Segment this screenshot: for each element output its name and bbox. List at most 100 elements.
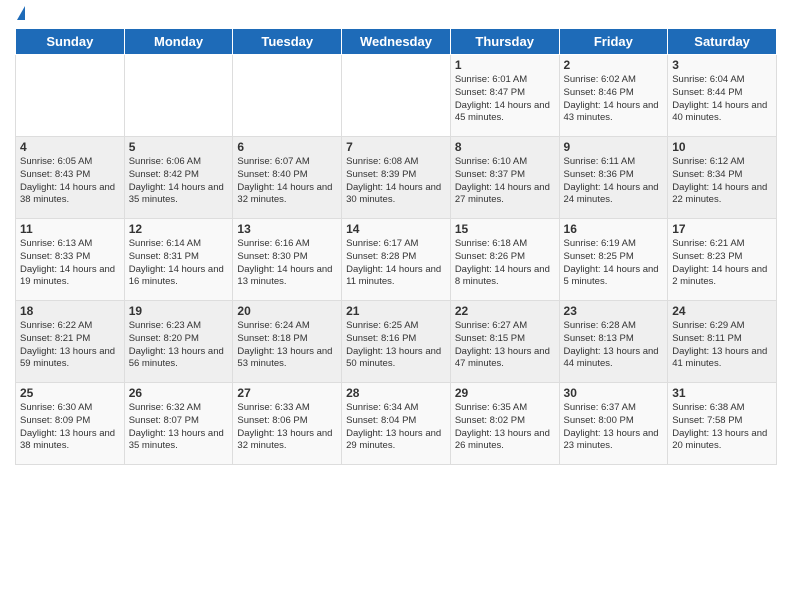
calendar-cell: 5 Sunrise: 6:06 AM Sunset: 8:42 PM Daylig…	[124, 137, 233, 219]
day-info: Sunrise: 6:18 AM Sunset: 8:26 PM Dayligh…	[455, 238, 555, 289]
calendar-cell: 6 Sunrise: 6:07 AM Sunset: 8:40 PM Daylig…	[233, 137, 342, 219]
day-number: 28	[346, 386, 446, 400]
day-number: 13	[237, 222, 337, 236]
calendar-cell: 30 Sunrise: 6:37 AM Sunset: 8:00 PM Dayli…	[559, 383, 668, 465]
day-number: 20	[237, 304, 337, 318]
calendar-cell: 26 Sunrise: 6:32 AM Sunset: 8:07 PM Dayli…	[124, 383, 233, 465]
calendar-week-5: 25 Sunrise: 6:30 AM Sunset: 8:09 PM Dayli…	[16, 383, 777, 465]
calendar-cell: 27Sunrise: 6:33 AM Sunset: 8:06 PM Dayli…	[233, 383, 342, 465]
day-number: 15	[455, 222, 555, 236]
day-number: 6	[237, 140, 337, 154]
day-info: Sunrise: 6:32 AM Sunset: 8:07 PM Dayligh…	[129, 402, 229, 453]
day-number: 1	[455, 58, 555, 72]
day-info: Sunrise: 6:22 AM Sunset: 8:21 PM Dayligh…	[20, 320, 120, 371]
day-number: 2	[564, 58, 664, 72]
calendar-cell: 13 Sunrise: 6:16 AM Sunset: 8:30 PM Dayli…	[233, 219, 342, 301]
day-info: Sunrise: 6:19 AM Sunset: 8:25 PM Dayligh…	[564, 238, 664, 289]
logo-triangle-icon	[17, 6, 25, 20]
day-number: 17	[672, 222, 772, 236]
day-info: Sunrise: 6:14 AM Sunset: 8:31 PM Dayligh…	[129, 238, 229, 289]
day-info: Sunrise: 6:38 AM Sunset: 7:58 PM Dayligh…	[672, 402, 772, 453]
calendar-cell: 8 Sunrise: 6:10 AM Sunset: 8:37 PM Daylig…	[450, 137, 559, 219]
logo-text	[15, 10, 25, 20]
calendar-cell: 2 Sunrise: 6:02 AM Sunset: 8:46 PM Daylig…	[559, 55, 668, 137]
day-of-week-saturday: Saturday	[668, 29, 777, 55]
day-info: Sunrise: 6:23 AM Sunset: 8:20 PM Dayligh…	[129, 320, 229, 371]
header	[15, 10, 777, 20]
day-number: 3	[672, 58, 772, 72]
day-number: 14	[346, 222, 446, 236]
calendar-cell: 9 Sunrise: 6:11 AM Sunset: 8:36 PM Daylig…	[559, 137, 668, 219]
calendar-cell: 1 Sunrise: 6:01 AM Sunset: 8:47 PM Daylig…	[450, 55, 559, 137]
day-info: Sunrise: 6:10 AM Sunset: 8:37 PM Dayligh…	[455, 156, 555, 207]
day-number: 12	[129, 222, 229, 236]
calendar-cell: 20 Sunrise: 6:24 AM Sunset: 8:18 PM Dayli…	[233, 301, 342, 383]
day-number: 9	[564, 140, 664, 154]
calendar-cell: 12 Sunrise: 6:14 AM Sunset: 8:31 PM Dayli…	[124, 219, 233, 301]
calendar-cell: 7Sunrise: 6:08 AM Sunset: 8:39 PM Daylig…	[342, 137, 451, 219]
calendar-cell	[342, 55, 451, 137]
day-number: 23	[564, 304, 664, 318]
day-info: Sunrise: 6:04 AM Sunset: 8:44 PM Dayligh…	[672, 74, 772, 125]
calendar-cell: 15 Sunrise: 6:18 AM Sunset: 8:26 PM Dayli…	[450, 219, 559, 301]
day-info: Sunrise: 6:37 AM Sunset: 8:00 PM Dayligh…	[564, 402, 664, 453]
day-info: Sunrise: 6:34 AM Sunset: 8:04 PM Dayligh…	[346, 402, 446, 453]
day-number: 19	[129, 304, 229, 318]
calendar-cell: 11 Sunrise: 6:13 AM Sunset: 8:33 PM Dayli…	[16, 219, 125, 301]
day-number: 4	[20, 140, 120, 154]
calendar-cell: 28 Sunrise: 6:34 AM Sunset: 8:04 PM Dayli…	[342, 383, 451, 465]
calendar-cell: 24 Sunrise: 6:29 AM Sunset: 8:11 PM Dayli…	[668, 301, 777, 383]
day-number: 16	[564, 222, 664, 236]
calendar-week-1: 1 Sunrise: 6:01 AM Sunset: 8:47 PM Daylig…	[16, 55, 777, 137]
day-info: Sunrise: 6:05 AM Sunset: 8:43 PM Dayligh…	[20, 156, 120, 207]
day-number: 5	[129, 140, 229, 154]
calendar-cell: 3 Sunrise: 6:04 AM Sunset: 8:44 PM Daylig…	[668, 55, 777, 137]
day-number: 8	[455, 140, 555, 154]
day-info: Sunrise: 6:01 AM Sunset: 8:47 PM Dayligh…	[455, 74, 555, 125]
calendar-table: SundayMondayTuesdayWednesdayThursdayFrid…	[15, 28, 777, 465]
day-info: Sunrise: 6:13 AM Sunset: 8:33 PM Dayligh…	[20, 238, 120, 289]
day-info: Sunrise: 6:07 AM Sunset: 8:40 PM Dayligh…	[237, 156, 337, 207]
day-number: 27	[237, 386, 337, 400]
calendar-cell: 21 Sunrise: 6:25 AM Sunset: 8:16 PM Dayli…	[342, 301, 451, 383]
day-info: Sunrise: 6:25 AM Sunset: 8:16 PM Dayligh…	[346, 320, 446, 371]
day-number: 24	[672, 304, 772, 318]
day-info: Sunrise: 6:35 AM Sunset: 8:02 PM Dayligh…	[455, 402, 555, 453]
day-number: 22	[455, 304, 555, 318]
calendar-cell: 17 Sunrise: 6:21 AM Sunset: 8:23 PM Dayli…	[668, 219, 777, 301]
calendar-cell	[124, 55, 233, 137]
day-number: 26	[129, 386, 229, 400]
calendar-cell	[16, 55, 125, 137]
day-of-week-friday: Friday	[559, 29, 668, 55]
day-number: 29	[455, 386, 555, 400]
calendar-cell: 14 Sunrise: 6:17 AM Sunset: 8:28 PM Dayli…	[342, 219, 451, 301]
calendar-cell: 23 Sunrise: 6:28 AM Sunset: 8:13 PM Dayli…	[559, 301, 668, 383]
day-info: Sunrise: 6:21 AM Sunset: 8:23 PM Dayligh…	[672, 238, 772, 289]
day-number: 7	[346, 140, 446, 154]
day-info: Sunrise: 6:11 AM Sunset: 8:36 PM Dayligh…	[564, 156, 664, 207]
calendar-cell: 25 Sunrise: 6:30 AM Sunset: 8:09 PM Dayli…	[16, 383, 125, 465]
day-number: 11	[20, 222, 120, 236]
calendar-cell: 19 Sunrise: 6:23 AM Sunset: 8:20 PM Dayli…	[124, 301, 233, 383]
day-number: 30	[564, 386, 664, 400]
calendar-cell: 16 Sunrise: 6:19 AM Sunset: 8:25 PM Dayli…	[559, 219, 668, 301]
day-info: Sunrise: 6:02 AM Sunset: 8:46 PM Dayligh…	[564, 74, 664, 125]
calendar-cell: 31Sunrise: 6:38 AM Sunset: 7:58 PM Dayli…	[668, 383, 777, 465]
page: SundayMondayTuesdayWednesdayThursdayFrid…	[0, 0, 792, 612]
day-of-week-sunday: Sunday	[16, 29, 125, 55]
day-info: Sunrise: 6:28 AM Sunset: 8:13 PM Dayligh…	[564, 320, 664, 371]
day-of-week-thursday: Thursday	[450, 29, 559, 55]
day-info: Sunrise: 6:30 AM Sunset: 8:09 PM Dayligh…	[20, 402, 120, 453]
day-number: 25	[20, 386, 120, 400]
day-info: Sunrise: 6:16 AM Sunset: 8:30 PM Dayligh…	[237, 238, 337, 289]
calendar-header-row: SundayMondayTuesdayWednesdayThursdayFrid…	[16, 29, 777, 55]
day-info: Sunrise: 6:17 AM Sunset: 8:28 PM Dayligh…	[346, 238, 446, 289]
day-info: Sunrise: 6:29 AM Sunset: 8:11 PM Dayligh…	[672, 320, 772, 371]
day-info: Sunrise: 6:12 AM Sunset: 8:34 PM Dayligh…	[672, 156, 772, 207]
day-info: Sunrise: 6:06 AM Sunset: 8:42 PM Dayligh…	[129, 156, 229, 207]
day-info: Sunrise: 6:27 AM Sunset: 8:15 PM Dayligh…	[455, 320, 555, 371]
calendar-cell: 18 Sunrise: 6:22 AM Sunset: 8:21 PM Dayli…	[16, 301, 125, 383]
day-number: 21	[346, 304, 446, 318]
day-number: 18	[20, 304, 120, 318]
day-info: Sunrise: 6:24 AM Sunset: 8:18 PM Dayligh…	[237, 320, 337, 371]
